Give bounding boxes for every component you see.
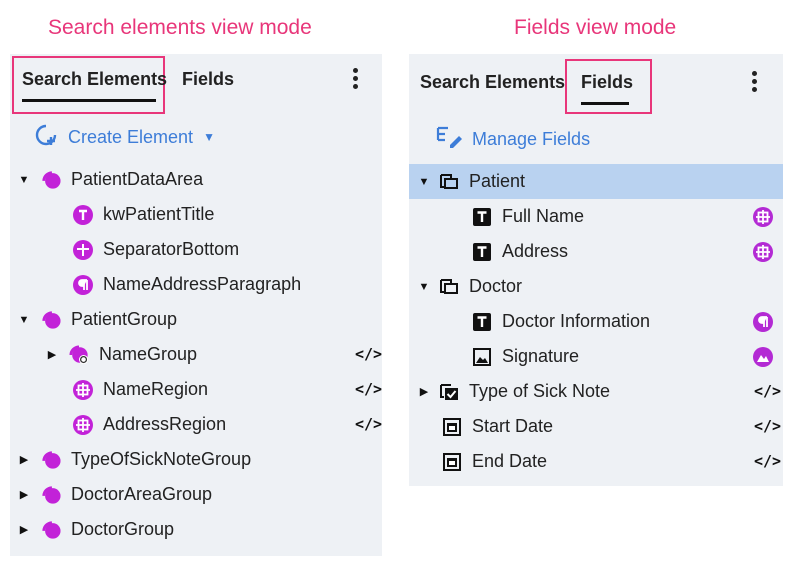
- region-icon: [73, 414, 93, 435]
- tree-item-patientgroup[interactable]: ▼ PatientGroup: [17, 302, 178, 337]
- create-element-button[interactable]: Create Element ▼: [34, 123, 215, 152]
- tab-search-elements[interactable]: Search Elements: [420, 72, 565, 93]
- group-icon: [41, 170, 61, 190]
- group-icon: [41, 450, 61, 470]
- tree-item-label: DoctorGroup: [71, 519, 175, 539]
- tree-item-typeofsicknotegroup[interactable]: ▶ TypeOfSickNoteGroup: [17, 442, 251, 477]
- tree-item-doctor-information[interactable]: Doctor Information: [472, 304, 650, 339]
- add-circle-icon: [34, 123, 58, 152]
- tree-item-doctor[interactable]: ▼ Doctor: [417, 269, 522, 304]
- create-element-label: Create Element: [68, 126, 194, 147]
- left-caption: Search elements view mode: [48, 16, 312, 39]
- tab-fields[interactable]: Fields: [581, 72, 633, 93]
- tree-item-namegroup[interactable]: ▶ NameGroup: [45, 337, 197, 372]
- code-icon[interactable]: </>: [754, 452, 781, 470]
- date-field-icon: [442, 452, 462, 472]
- tree-item-label: Signature: [502, 346, 580, 366]
- collapse-toggle-icon[interactable]: ▶: [17, 523, 31, 536]
- tree-item-label: SeparatorBottom: [103, 239, 240, 259]
- image-field-icon: [472, 347, 492, 367]
- field-group-icon: [439, 172, 459, 192]
- paragraph-icon: [73, 274, 93, 295]
- tree-item-start-date[interactable]: Start Date: [442, 409, 553, 444]
- tree-item-signature[interactable]: Signature: [472, 339, 579, 374]
- tree-item-label: NameAddressParagraph: [103, 274, 302, 294]
- tree-item-label: Doctor Information: [502, 311, 651, 331]
- tree-item-label: PatientDataArea: [71, 169, 204, 189]
- checkbox-field-icon: [439, 382, 459, 402]
- tab-fields[interactable]: Fields: [182, 69, 234, 90]
- collapse-toggle-icon[interactable]: ▶: [417, 385, 431, 398]
- text-icon: [73, 204, 93, 225]
- paragraph-icon: [753, 312, 773, 332]
- tree-item-label: Address: [502, 241, 569, 261]
- text-field-icon: [472, 312, 492, 332]
- chevron-down-icon[interactable]: ▼: [203, 130, 215, 144]
- tree-item-end-date[interactable]: End Date: [442, 444, 547, 479]
- separator-icon: [73, 239, 93, 260]
- tree-item-label: Patient: [469, 171, 526, 191]
- date-field-icon: [442, 417, 462, 437]
- more-options-icon[interactable]: [752, 71, 758, 95]
- collapse-toggle-icon[interactable]: ▶: [45, 348, 59, 361]
- group-icon: [41, 520, 61, 540]
- tree-item-doctorareagroup[interactable]: ▶ DoctorAreaGroup: [17, 477, 212, 512]
- tab-search-elements[interactable]: Search Elements: [22, 69, 167, 90]
- active-tab-underline: [581, 102, 629, 105]
- tree-item-label: Full Name: [502, 206, 585, 226]
- image-icon: [753, 347, 773, 367]
- region-icon: [753, 242, 773, 262]
- tree-item-label: PatientGroup: [71, 309, 178, 329]
- tree-item-label: kwPatientTitle: [103, 204, 215, 224]
- tree-item-label: Doctor: [469, 276, 523, 296]
- collapse-toggle-icon[interactable]: ▶: [17, 488, 31, 501]
- region-icon: [73, 379, 93, 400]
- group-icon: [41, 485, 61, 505]
- tree-item-nameaddressparagraph[interactable]: NameAddressParagraph: [73, 267, 301, 302]
- tree-item-label: End Date: [472, 451, 548, 471]
- group-icon: [41, 310, 61, 330]
- code-icon[interactable]: </>: [355, 345, 382, 363]
- linked-group-icon: [69, 344, 89, 365]
- expand-toggle-icon[interactable]: ▼: [417, 281, 431, 293]
- expand-toggle-icon[interactable]: ▼: [17, 314, 31, 326]
- expand-toggle-icon[interactable]: ▼: [17, 174, 31, 186]
- tree-item-patientdataarea[interactable]: ▼ PatientDataArea: [17, 162, 204, 197]
- tree-item-address[interactable]: Address: [472, 234, 568, 269]
- more-options-icon[interactable]: [353, 68, 359, 92]
- tree-item-full-name[interactable]: Full Name: [472, 199, 584, 234]
- field-group-icon: [439, 277, 459, 297]
- tree-item-doctorgroup[interactable]: ▶ DoctorGroup: [17, 512, 174, 547]
- active-tab-underline: [22, 99, 156, 102]
- tree-item-label: NameGroup: [99, 344, 198, 364]
- right-caption: Fields view mode: [514, 16, 677, 39]
- tree-item-addressregion[interactable]: AddressRegion: [73, 407, 226, 442]
- text-field-icon: [472, 242, 492, 262]
- tree-item-label: NameRegion: [103, 379, 209, 399]
- region-icon: [753, 207, 773, 227]
- text-field-icon: [472, 207, 492, 227]
- tree-item-label: DoctorAreaGroup: [71, 484, 213, 504]
- tree-item-nameregion[interactable]: NameRegion: [73, 372, 208, 407]
- manage-fields-label: Manage Fields: [472, 128, 591, 149]
- code-icon[interactable]: </>: [754, 417, 781, 435]
- code-icon[interactable]: </>: [355, 415, 382, 433]
- tree-item-patient[interactable]: ▼ Patient: [409, 164, 783, 199]
- tree-item-kwpatienttitle[interactable]: kwPatientTitle: [73, 197, 214, 232]
- tree-item-separatorbottom[interactable]: SeparatorBottom: [73, 232, 239, 267]
- collapse-toggle-icon[interactable]: ▶: [17, 453, 31, 466]
- expand-toggle-icon[interactable]: ▼: [417, 176, 431, 188]
- tree-item-label: Start Date: [472, 416, 554, 436]
- tree-item-type-of-sick-note[interactable]: ▶ Type of Sick Note: [417, 374, 610, 409]
- tree-item-label: TypeOfSickNoteGroup: [71, 449, 252, 469]
- code-icon[interactable]: </>: [754, 382, 781, 400]
- manage-fields-button[interactable]: Manage Fields: [436, 125, 591, 154]
- manage-fields-icon: [436, 125, 462, 154]
- code-icon[interactable]: </>: [355, 380, 382, 398]
- tree-item-label: Type of Sick Note: [469, 381, 611, 401]
- tree-item-label: AddressRegion: [103, 414, 227, 434]
